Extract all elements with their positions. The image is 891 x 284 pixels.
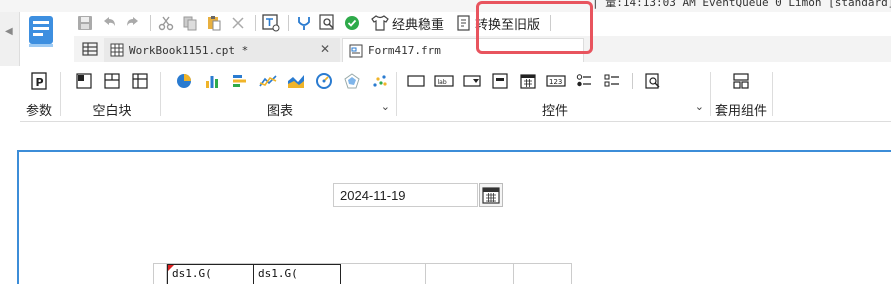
- group-charts: 图表 ⌄: [166, 66, 394, 122]
- date-picker-button[interactable]: [479, 183, 503, 207]
- calendar-icon: [482, 187, 500, 204]
- tab-layout-icon[interactable]: [101, 71, 123, 91]
- area-chart-icon[interactable]: [285, 71, 307, 91]
- table-cell[interactable]: ds1.G(: [254, 264, 341, 284]
- radar-chart-icon[interactable]: [341, 71, 363, 91]
- table-cell[interactable]: [426, 264, 514, 284]
- scatter-chart-icon[interactable]: [369, 71, 391, 91]
- cell-text: ds1.G(: [258, 267, 298, 280]
- tab-dropdown-chevron-icon[interactable]: ⌄: [563, 43, 573, 57]
- close-tab-icon[interactable]: ✕: [320, 42, 330, 56]
- delete-icon[interactable]: [227, 13, 249, 33]
- charts-expand-chevron-icon[interactable]: ⌄: [381, 100, 390, 113]
- copy-icon[interactable]: [179, 13, 201, 33]
- checkbox-group-icon[interactable]: [601, 71, 623, 91]
- ribbon-separator: [60, 72, 61, 116]
- shirt-icon: [371, 15, 389, 31]
- group-controls: lab 123 控件 ⌄: [402, 66, 708, 122]
- preview-search-icon[interactable]: [317, 13, 339, 33]
- group-blank-block: 空白块: [66, 66, 158, 122]
- group-charts-label: 图表: [266, 104, 293, 119]
- group-components-label: 套用组件: [714, 104, 767, 119]
- line-chart-icon[interactable]: [257, 71, 279, 91]
- cut-icon[interactable]: [155, 13, 177, 33]
- classic-theme-label: 经典稳重: [392, 17, 445, 33]
- label-control-icon[interactable]: lab: [433, 71, 455, 91]
- table-cell-selected[interactable]: ds1.G(: [167, 264, 254, 284]
- group-params: P 参数: [20, 66, 58, 122]
- text-box-icon[interactable]: [405, 71, 427, 91]
- quick-toolbar: 经典稳重 转换至旧版: [74, 12, 555, 34]
- convert-to-old-version-button[interactable]: 转换至旧版: [450, 13, 546, 33]
- spreadsheet-icon: [110, 43, 124, 57]
- classic-theme-button[interactable]: 经典稳重: [365, 13, 450, 33]
- form-icon: [349, 44, 363, 57]
- controls-expand-chevron-icon[interactable]: ⌄: [695, 100, 704, 113]
- table-cell[interactable]: [514, 264, 572, 284]
- number-control-icon[interactable]: 123: [545, 71, 567, 91]
- left-panel-collapse[interactable]: ◀: [0, 12, 20, 66]
- title-text: | 量:14:13:03 AM EventQueue 0 Limon [stan…: [592, 0, 891, 9]
- cell-text: ds1.G(: [172, 267, 212, 280]
- check-icon[interactable]: [341, 13, 363, 33]
- date-value: 2024-11-19: [340, 188, 406, 203]
- toolbar-separator: [150, 15, 151, 31]
- svg-text:lab: lab: [438, 79, 447, 86]
- convert-icon: [457, 15, 470, 31]
- date-control-icon[interactable]: [517, 71, 539, 91]
- document-tabs: WorkBook1151.cpt * ✕ Form417.frm ⌄: [74, 36, 891, 62]
- pie-chart-icon[interactable]: [173, 71, 195, 91]
- ribbon: P 参数 空白块 图表 ⌄ lab 123 控件 ⌄ 套用组件: [20, 66, 891, 122]
- radio-group-icon[interactable]: [573, 71, 595, 91]
- paste-icon[interactable]: [203, 13, 225, 33]
- collapse-arrow-icon[interactable]: ◀: [5, 26, 13, 37]
- component-icon[interactable]: [730, 71, 752, 91]
- table-cell[interactable]: [154, 264, 167, 284]
- dropdown-control-icon[interactable]: [461, 71, 483, 91]
- tab-form[interactable]: Form417.frm ⌄: [342, 38, 584, 62]
- ribbon-separator: [710, 72, 711, 116]
- connection-icon[interactable]: [293, 13, 315, 33]
- title-strip: | 量:14:13:03 AM EventQueue 0 Limon [stan…: [0, 0, 891, 12]
- ribbon-separator: [160, 72, 161, 116]
- tab-workbook[interactable]: WorkBook1151.cpt * ✕: [104, 38, 340, 62]
- grid-layout-icon[interactable]: [129, 71, 151, 91]
- toolbar-separator: [550, 15, 552, 31]
- table-cell[interactable]: [341, 264, 426, 284]
- svg-text:123: 123: [549, 78, 562, 86]
- param-icon[interactable]: P: [28, 71, 50, 91]
- ribbon-separator: [772, 72, 773, 116]
- ribbon-inner-separator: [632, 73, 633, 89]
- svg-text:P: P: [36, 76, 44, 89]
- absolute-layout-icon[interactable]: [73, 71, 95, 91]
- convert-label: 转换至旧版: [475, 17, 541, 33]
- button-control-icon[interactable]: [489, 71, 511, 91]
- tab-form-label: Form417.frm: [368, 44, 441, 57]
- grid-menu-icon[interactable]: [82, 42, 98, 59]
- toolbar-separator: [288, 15, 289, 31]
- date-input[interactable]: 2024-11-19: [333, 183, 478, 207]
- app-logo-icon: [25, 14, 57, 48]
- group-params-label: 参数: [25, 104, 52, 119]
- toolbar-separator: [255, 15, 256, 31]
- horizontal-bar-chart-icon[interactable]: [229, 71, 251, 91]
- ribbon-separator: [396, 72, 397, 116]
- group-controls-label: 控件: [541, 104, 568, 119]
- search-control-icon[interactable]: [642, 71, 664, 91]
- text-template-icon[interactable]: [260, 13, 282, 33]
- group-blank-block-label: 空白块: [92, 104, 132, 119]
- redo-icon[interactable]: [122, 13, 144, 33]
- report-table: ds1.G( ds1.G(: [153, 263, 572, 284]
- cell-marker-icon: [168, 265, 174, 271]
- bar-chart-icon[interactable]: [201, 71, 223, 91]
- undo-icon[interactable]: [98, 13, 120, 33]
- tab-workbook-label: WorkBook1151.cpt *: [129, 43, 249, 57]
- group-components: 套用组件: [712, 66, 770, 122]
- gauge-chart-icon[interactable]: [313, 71, 335, 91]
- save-icon[interactable]: [74, 13, 96, 33]
